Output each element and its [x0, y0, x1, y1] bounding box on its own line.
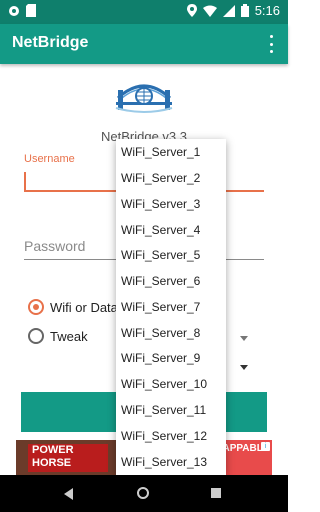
dropdown-item[interactable]: WiFi_Server_5: [116, 242, 226, 268]
password-field[interactable]: Password: [24, 238, 85, 254]
dropdown-item[interactable]: WiFi_Server_11: [116, 397, 226, 423]
recents-icon[interactable]: [211, 488, 221, 498]
sim-card-icon: [26, 4, 36, 17]
dropdown-item[interactable]: WiFi_Server_6: [116, 268, 226, 294]
bridge-globe-logo: [115, 84, 173, 113]
server-dropdown: WiFi_Server_1 WiFi_Server_2 WiFi_Server_…: [116, 139, 226, 475]
settings-icon: [9, 5, 19, 16]
dropdown-item[interactable]: WiFi_Server_8: [116, 320, 226, 346]
dropdown-item[interactable]: WiFi_Server_13: [116, 449, 226, 475]
signal-icon: [222, 4, 235, 17]
username-field[interactable]: [24, 172, 26, 190]
spinner-caret-icon[interactable]: [240, 365, 248, 370]
app-bar: NetBridge: [0, 24, 288, 64]
radio-wifi-label: Wifi or Data): [50, 300, 123, 315]
location-icon: [186, 4, 197, 17]
radio-wifi[interactable]: [28, 299, 44, 315]
radio-tweak-label: Tweak: [50, 329, 88, 344]
dropdown-item[interactable]: WiFi_Server_10: [116, 371, 226, 397]
app-title: NetBridge: [12, 34, 89, 51]
more-vert-icon[interactable]: [264, 35, 278, 53]
dropdown-item[interactable]: WiFi_Server_4: [116, 217, 226, 243]
ad-brand: POWER HORSE: [28, 444, 108, 472]
status-time: 5:16: [254, 3, 280, 18]
username-label: Username: [24, 153, 75, 165]
dropdown-item[interactable]: WiFi_Server_12: [116, 423, 226, 449]
radio-tweak[interactable]: [28, 328, 44, 344]
battery-icon: [240, 4, 249, 17]
adchoices-icon[interactable]: i: [261, 442, 270, 451]
spinner-caret-icon[interactable]: [240, 336, 248, 341]
back-icon[interactable]: [64, 488, 73, 500]
dropdown-item[interactable]: WiFi_Server_3: [116, 191, 226, 217]
dropdown-item[interactable]: WiFi_Server_7: [116, 294, 226, 320]
wifi-icon: [202, 5, 217, 17]
dropdown-item[interactable]: WiFi_Server_1: [116, 139, 226, 165]
home-icon[interactable]: [137, 487, 149, 499]
status-bar: 5:16: [0, 0, 288, 24]
navigation-bar: [0, 475, 288, 512]
dropdown-item[interactable]: WiFi_Server_9: [116, 345, 226, 371]
dropdown-item[interactable]: WiFi_Server_2: [116, 165, 226, 191]
